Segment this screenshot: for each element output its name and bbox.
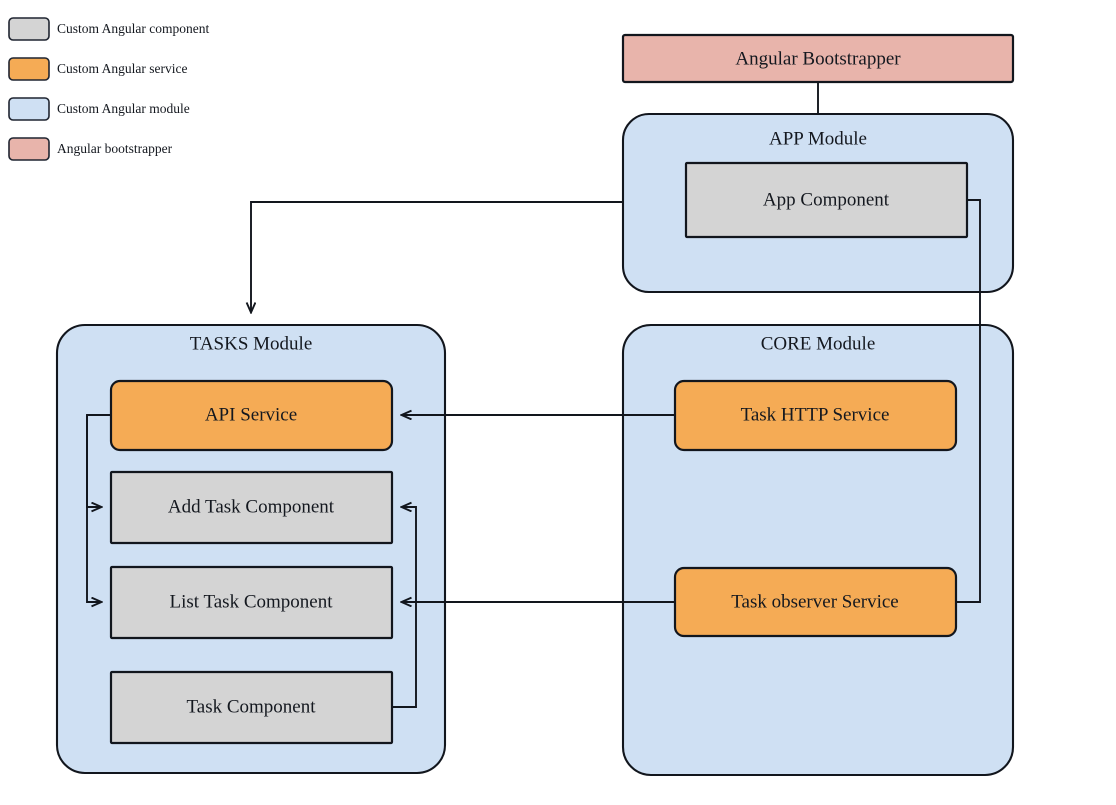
- legend-swatch-module: [8, 97, 50, 121]
- node-api-service[interactable]: API Service: [109, 379, 394, 452]
- tasks-module-label: TASKS Module: [190, 333, 313, 354]
- node-task-observer-service[interactable]: Task observer Service: [673, 566, 958, 638]
- node-task-component[interactable]: Task Component: [109, 670, 394, 745]
- task-component-label: Task Component: [186, 696, 316, 717]
- legend: Custom Angular component Custom Angular …: [8, 17, 209, 161]
- node-task-http-service[interactable]: Task HTTP Service: [673, 379, 958, 452]
- node-bootstrapper[interactable]: Angular Bootstrapper: [621, 33, 1015, 84]
- edge-app-module-to-tasks-module: [251, 201, 623, 312]
- legend-item-bootstrapper: Angular bootstrapper: [8, 137, 173, 161]
- legend-label-module: Custom Angular module: [57, 101, 190, 116]
- legend-swatch-service: [8, 57, 50, 81]
- task-observer-service-label: Task observer Service: [731, 591, 899, 612]
- legend-label-component: Custom Angular component: [57, 21, 209, 36]
- node-app-component[interactable]: App Component: [684, 161, 969, 239]
- core-module-label: CORE Module: [761, 333, 876, 354]
- architecture-diagram: Custom Angular component Custom Angular …: [0, 0, 1116, 805]
- list-task-component-label: List Task Component: [170, 591, 334, 612]
- legend-item-module: Custom Angular module: [8, 97, 190, 121]
- add-task-component-label: Add Task Component: [168, 496, 335, 517]
- legend-item-component: Custom Angular component: [8, 17, 209, 41]
- legend-item-service: Custom Angular service: [8, 57, 187, 81]
- legend-label-service: Custom Angular service: [57, 61, 187, 76]
- legend-label-bootstrapper: Angular bootstrapper: [57, 141, 173, 156]
- app-module-label: APP Module: [769, 128, 867, 149]
- legend-swatch-bootstrapper: [8, 137, 50, 161]
- node-add-task-component[interactable]: Add Task Component: [109, 470, 394, 545]
- app-component-label: App Component: [763, 189, 890, 210]
- bootstrapper-label: Angular Bootstrapper: [735, 48, 901, 69]
- task-http-service-label: Task HTTP Service: [741, 404, 890, 425]
- legend-swatch-component: [8, 17, 50, 41]
- api-service-label: API Service: [205, 404, 297, 425]
- node-list-task-component[interactable]: List Task Component: [109, 565, 394, 640]
